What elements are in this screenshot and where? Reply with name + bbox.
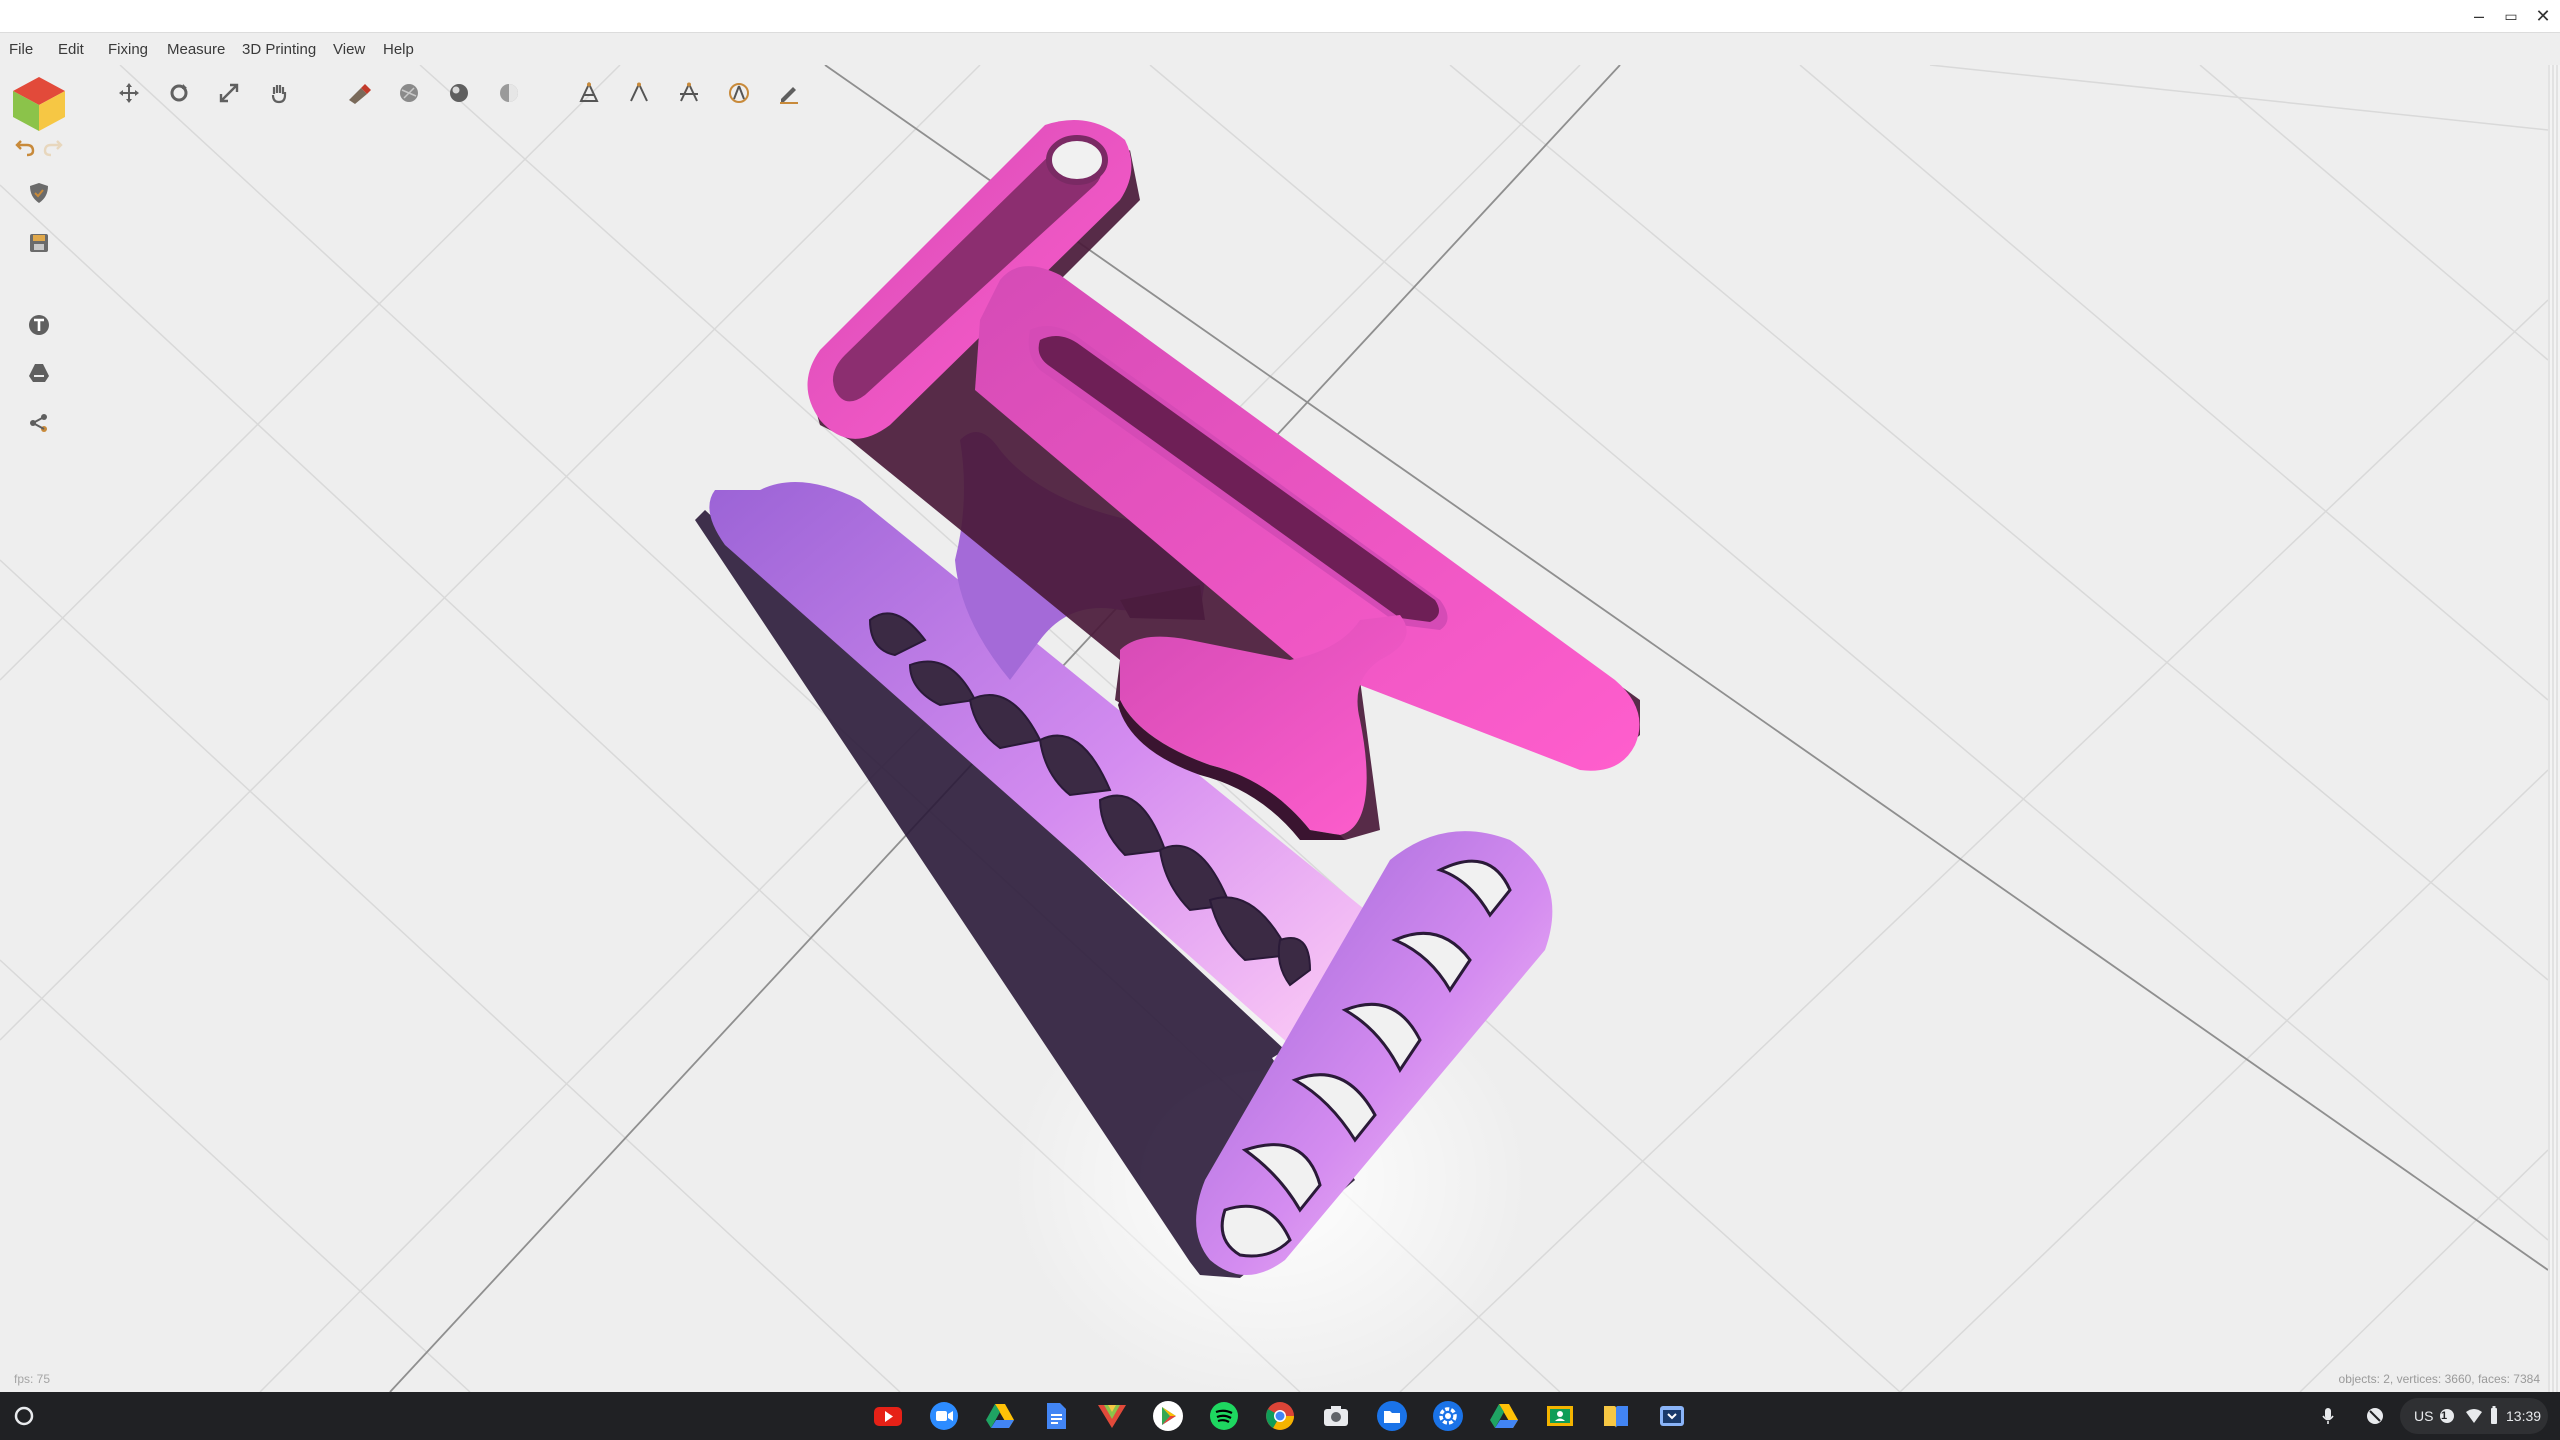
menu-measure[interactable]: Measure [167,41,225,58]
menu-edit[interactable]: Edit [58,41,84,58]
right-scroll-strip[interactable] [2548,65,2560,1392]
share-icon[interactable] [24,408,54,438]
sphere-shaded-icon[interactable] [444,78,474,108]
clock[interactable]: 13:39 [2506,1402,2541,1430]
launcher-button[interactable] [12,1404,36,1428]
paint-icon[interactable] [344,78,374,108]
close-button[interactable]: ✕ [2530,4,2556,28]
measure-b-icon[interactable] [624,78,654,108]
docs-icon[interactable] [1040,1400,1072,1432]
scale-icon[interactable] [214,78,244,108]
pencil-icon[interactable] [774,78,804,108]
measure-c-icon[interactable] [674,78,704,108]
drive-app-2-icon[interactable] [1488,1400,1520,1432]
title-bar: – ▭ ✕ [0,0,2560,33]
text-tool-icon[interactable] [24,310,54,340]
notification-count: 1 [2441,1410,2448,1422]
menu-fixing[interactable]: Fixing [108,41,148,58]
redo-icon[interactable] [40,134,66,160]
chrome-icon[interactable] [1264,1400,1296,1432]
youtube-icon[interactable] [872,1400,904,1432]
move-icon[interactable] [114,78,144,108]
restore-button[interactable]: ▭ [2498,4,2524,28]
zoom-icon[interactable] [928,1400,960,1432]
rotate-icon[interactable] [164,78,194,108]
scene [0,65,2548,1392]
blocked-icon[interactable] [2365,1402,2385,1430]
scene-stats: objects: 2, vertices: 3660, faces: 7384 [2338,1372,2540,1386]
spotify-icon[interactable] [1208,1400,1240,1432]
minimize-button[interactable]: – [2466,4,2492,28]
3d-app-icon[interactable] [1096,1400,1128,1432]
logo-cube-icon[interactable] [10,74,68,134]
battery-icon[interactable] [2488,1402,2500,1430]
undo-icon[interactable] [12,134,38,160]
keyboard-language[interactable]: US [2414,1402,2433,1430]
drive-app-icon[interactable] [984,1400,1016,1432]
camera-icon[interactable] [1320,1400,1352,1432]
settings-icon[interactable] [1432,1400,1464,1432]
hand-icon[interactable] [264,78,294,108]
tab-app-icon[interactable] [1656,1400,1688,1432]
menu-view[interactable]: View [333,41,365,58]
measure-a-icon[interactable] [574,78,604,108]
sphere-half-icon[interactable] [494,78,524,108]
wifi-icon[interactable] [2464,1402,2484,1430]
play-store-icon[interactable] [1152,1400,1184,1432]
sphere-flat-icon[interactable] [394,78,424,108]
menu-help[interactable]: Help [383,41,414,58]
classroom-icon[interactable] [1544,1400,1576,1432]
measure-d-icon[interactable] [724,78,754,108]
files-icon[interactable] [1376,1400,1408,1432]
repair-shield-icon[interactable] [24,178,54,208]
taskbar-shelf: US 1 13:39 [0,1392,2560,1440]
save-icon[interactable] [24,228,54,258]
menu-3d-printing[interactable]: 3D Printing [242,41,316,58]
microphone-icon[interactable] [2320,1402,2336,1430]
books-icon[interactable] [1600,1400,1632,1432]
fps-counter: fps: 75 [14,1372,51,1386]
drive-icon[interactable] [24,358,54,388]
3d-viewport[interactable] [0,65,2548,1392]
menu-file[interactable]: File [9,41,33,58]
